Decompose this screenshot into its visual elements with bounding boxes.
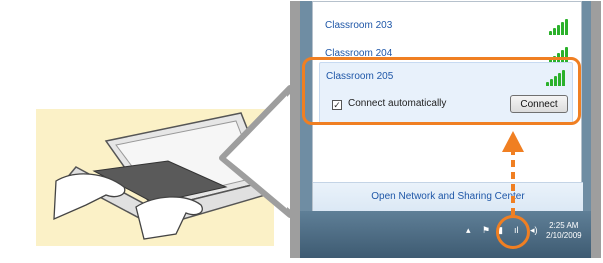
dashed-arrow (502, 131, 524, 215)
